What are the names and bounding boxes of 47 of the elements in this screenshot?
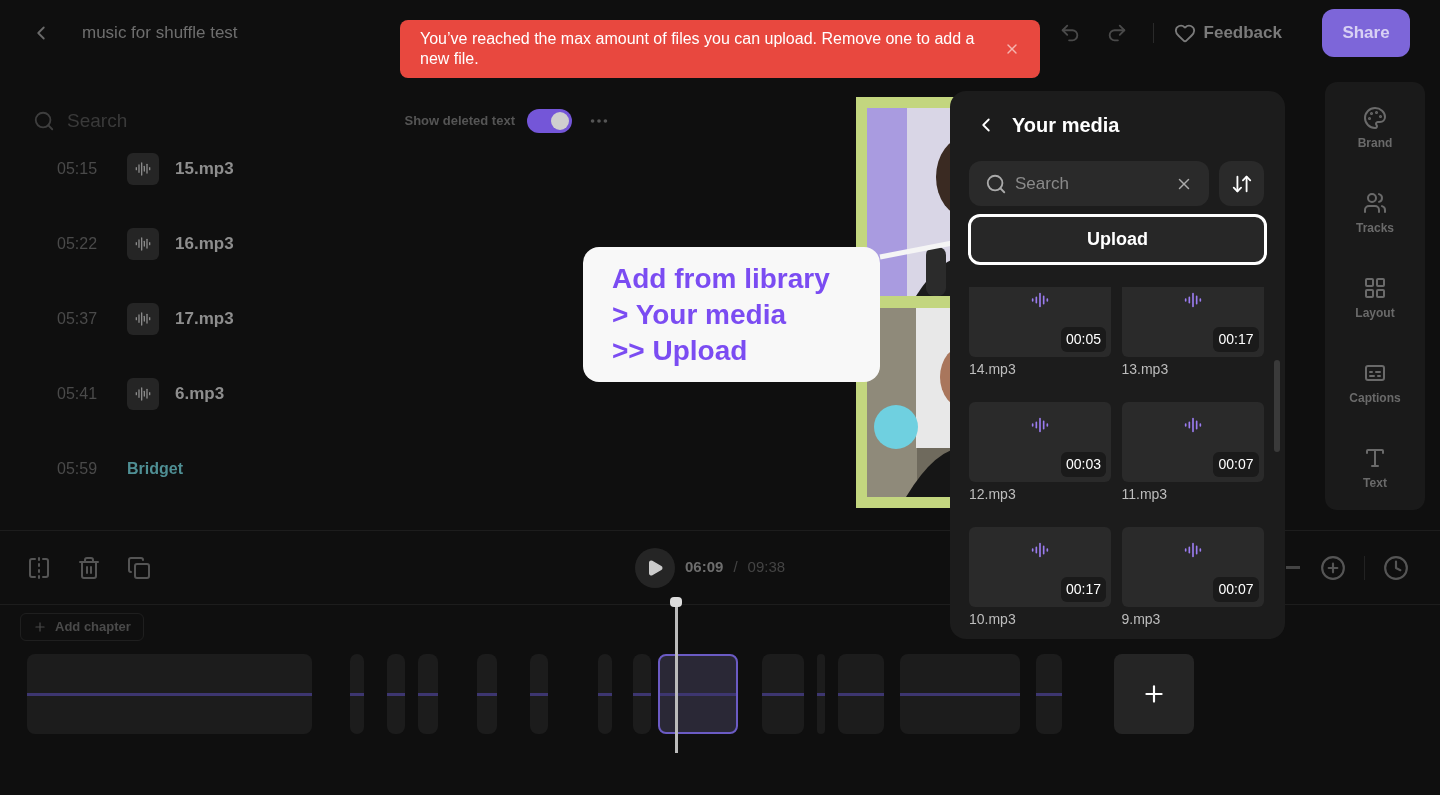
file-name: 9.mp3 [1121,610,1162,629]
callout-text: > Your media [612,297,788,332]
upload-button[interactable]: Upload [968,214,1267,265]
project-title: music for shuffle test [82,22,238,45]
timestamp: 05:41 [57,383,99,404]
tool-rail-item[interactable]: Captions [1349,351,1401,416]
file-name: 10.mp3 [969,610,1017,629]
toast-message: You’ve reached the max amount of files you can upload. Remove one to add a new file. [420,29,976,69]
tool-rail-item[interactable]: Tracks [1355,181,1394,246]
media-tile[interactable]: 00:05 [969,287,1111,357]
placeholder-text: Search [1015,172,1069,195]
timestamp: 05:15 [57,158,99,179]
timestamp: 05:59 [57,458,99,479]
current-time: 06:09 [685,557,724,578]
speaker-name[interactable]: Bridget [127,456,183,481]
timestamp: 05:37 [57,308,99,329]
clip-name[interactable]: 16.mp3 [175,230,234,257]
duration-badge: 00:07 [1213,577,1259,602]
media-tile[interactable]: 00:07 [1121,527,1264,607]
tool-rail-item[interactable]: Text [1363,436,1387,501]
feedback-button[interactable]: Feedback [1173,20,1282,46]
tool-rail-item[interactable]: Brand [1357,96,1393,161]
file-name: 12.mp3 [969,485,1017,504]
toggle-label: Show deleted text [404,112,515,131]
file-name: 14.mp3 [969,360,1017,379]
tool-rail-item[interactable]: Layout [1355,266,1395,331]
callout-text: >> Upload [612,333,749,368]
file-name: 11.mp3 [1121,485,1169,504]
share-button[interactable]: Share [1322,9,1410,57]
duration-badge: 00:03 [1060,452,1106,477]
timestamp: 05:22 [57,233,99,254]
duration-badge: 00:07 [1213,452,1259,477]
callout-text: Add from library [612,261,831,296]
clip-name[interactable]: 6.mp3 [175,380,225,407]
panel-title: Your media [1012,113,1120,138]
media-tile[interactable]: 00:07 [1121,402,1264,482]
clip-name[interactable]: 15.mp3 [175,155,234,182]
media-tile[interactable]: 00:03 [969,402,1111,482]
duration-badge: 00:17 [1213,327,1259,352]
file-name: 13.mp3 [1121,360,1170,379]
media-tile[interactable]: 00:17 [1121,287,1264,357]
duration-badge: 00:05 [1060,327,1106,352]
media-tile[interactable]: 00:17 [969,527,1111,607]
time-separator: / [733,557,738,578]
duration-badge: 00:17 [1060,577,1106,602]
media-search-field[interactable]: Search [969,161,1209,206]
clip-name[interactable]: 17.mp3 [175,305,234,332]
